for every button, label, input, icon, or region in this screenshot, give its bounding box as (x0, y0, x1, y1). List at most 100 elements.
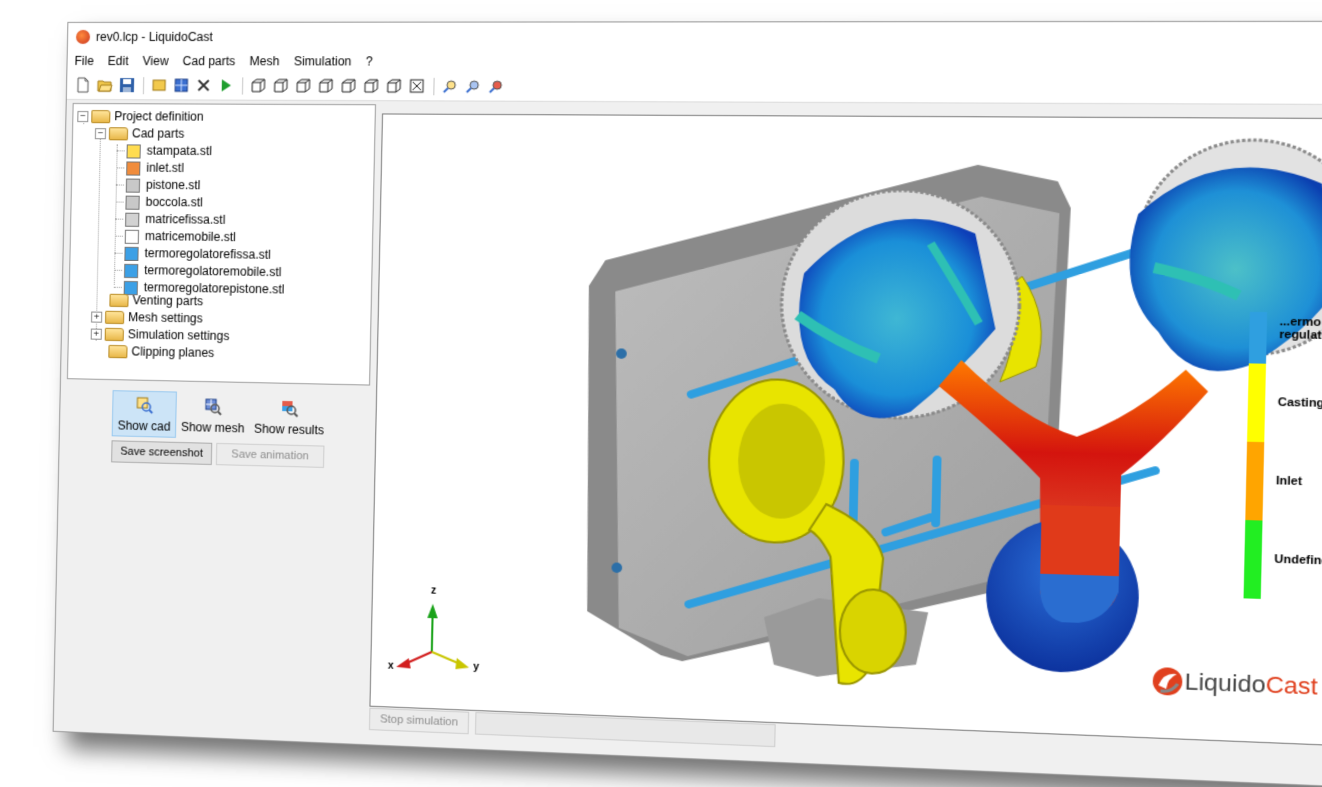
tree-node-mesh-settings[interactable]: + Mesh settings (91, 309, 203, 328)
tree-node-part[interactable]: inlet.stl (126, 159, 184, 177)
zoom-results-icon[interactable] (488, 78, 505, 94)
simulation-render (396, 114, 1322, 745)
menu-bar: File Edit View Cad parts Mesh Simulation… (67, 50, 1322, 76)
tree-label: Cad parts (131, 126, 185, 141)
app-window: rev0.lcp - LiquidoCast ✕ File Edit View … (52, 20, 1322, 787)
collapse-icon[interactable]: − (94, 128, 107, 140)
view-cube-4-icon[interactable] (318, 78, 335, 94)
new-file-icon[interactable] (75, 77, 91, 93)
view-cube-5-icon[interactable] (340, 78, 357, 94)
liquidocast-app-icon (75, 29, 91, 44)
show-mesh-label: Show mesh (180, 419, 245, 436)
expand-icon[interactable]: + (91, 311, 103, 323)
tree-node-part[interactable]: stampata.stl (126, 142, 212, 160)
tree-label: termoregolatorefissa.stl (144, 246, 272, 262)
view-cube-7-icon[interactable] (386, 78, 403, 94)
legend-casting: Casting (1277, 396, 1322, 411)
view-cube-2-icon[interactable] (273, 77, 290, 93)
box-icon[interactable] (151, 77, 167, 93)
show-cad-icon (135, 396, 153, 414)
legend-inlet: Inlet (1275, 474, 1303, 489)
logo-text: LiquidoCast (1184, 668, 1318, 701)
axes-triad (396, 603, 470, 670)
menu-simulation[interactable]: Simulation (286, 51, 358, 73)
part-color-swatch (123, 263, 139, 278)
menu-help[interactable]: ? (358, 51, 380, 73)
tree-node-part[interactable]: matricemobile.stl (124, 228, 237, 246)
folder-icon (91, 110, 111, 124)
menu-mesh[interactable]: Mesh (242, 51, 287, 73)
screenshot-stage: rev0.lcp - LiquidoCast ✕ File Edit View … (0, 0, 1322, 787)
tree-node-venting-parts[interactable]: Venting parts (109, 292, 203, 311)
folder-icon (104, 327, 124, 342)
zoom-icon[interactable] (442, 78, 459, 94)
delete-icon[interactable] (195, 77, 212, 93)
tree-node-part[interactable]: termoregolatorefissa.stl (124, 245, 271, 264)
tree-node-cad-parts[interactable]: − Cad parts (94, 125, 185, 143)
folder-icon (104, 310, 125, 325)
save-animation-button[interactable]: Save animation (215, 442, 325, 468)
menu-file[interactable]: File (67, 51, 101, 73)
view-fit-icon[interactable] (408, 78, 425, 94)
tree-label: stampata.stl (146, 143, 213, 159)
show-cad-button[interactable]: Show cad (111, 390, 177, 438)
show-cad-label: Show cad (117, 418, 171, 434)
tree-node-part[interactable]: matricefissa.stl (125, 211, 226, 229)
grid-icon[interactable] (173, 77, 189, 93)
3d-viewport[interactable]: z x y ...ermo regulator Casting Inlet Un… (369, 113, 1322, 747)
play-icon[interactable] (218, 77, 235, 93)
tree-node-project-definition[interactable]: − Project definition (77, 108, 204, 126)
tree-label: inlet.stl (146, 160, 185, 176)
folder-icon (109, 293, 129, 308)
legend-termo-regulator: ...ermo regulator (1279, 316, 1322, 343)
legend-undefined: Undefined (1274, 553, 1322, 568)
title-bar: rev0.lcp - LiquidoCast ✕ (67, 21, 1322, 53)
show-mesh-icon (204, 397, 223, 416)
expand-icon[interactable]: + (90, 328, 102, 340)
folder-icon (108, 127, 129, 141)
collapse-icon[interactable]: − (77, 111, 89, 123)
menu-cad-parts[interactable]: Cad parts (175, 51, 242, 73)
logo-text-liquido: Liquido (1184, 668, 1266, 698)
stop-simulation-button[interactable]: Stop simulation (368, 707, 470, 735)
tree-label: Simulation settings (127, 327, 230, 344)
tree-label: pistone.stl (145, 177, 201, 193)
zoom-mesh-icon[interactable] (465, 78, 482, 94)
project-tree[interactable]: − Project definition − Cad parts stampat… (66, 102, 377, 386)
tree-node-part[interactable]: pistone.stl (125, 177, 201, 195)
axis-y-label: y (473, 661, 480, 674)
part-color-swatch (126, 143, 141, 159)
part-color-swatch (125, 178, 141, 193)
tree-label: boccola.stl (145, 194, 203, 210)
legend-label-line1: ...ermo (1279, 315, 1322, 330)
tree-label: Mesh settings (128, 310, 203, 326)
show-results-button[interactable]: Show results (251, 393, 328, 441)
tree-label: matricemobile.stl (144, 228, 237, 245)
menu-view[interactable]: View (135, 51, 176, 73)
show-results-icon (282, 400, 299, 418)
tree-label: Project definition (114, 109, 204, 124)
tree-node-clipping-planes[interactable]: Clipping planes (108, 343, 214, 362)
part-color-swatch (124, 229, 140, 244)
tree-label: Clipping planes (131, 344, 215, 361)
liquidocast-logo: LiquidoCast (1150, 665, 1318, 703)
save-icon[interactable] (119, 77, 135, 93)
liquidocast-logo-icon (1152, 666, 1185, 698)
tree-node-part[interactable]: boccola.stl (125, 194, 203, 212)
toolbar (66, 72, 1322, 106)
show-results-label: Show results (253, 421, 325, 438)
part-color-swatch (125, 195, 140, 210)
part-color-swatch (125, 212, 140, 227)
show-mesh-button[interactable]: Show mesh (178, 392, 248, 440)
tree-label: matricefissa.stl (145, 211, 226, 227)
view-cube-6-icon[interactable] (363, 78, 380, 94)
view-cube-3-icon[interactable] (295, 78, 312, 94)
axis-z-label: z (430, 585, 437, 597)
save-screenshot-button[interactable]: Save screenshot (111, 440, 213, 466)
view-cube-1-icon[interactable] (250, 77, 267, 93)
menu-edit[interactable]: Edit (101, 51, 136, 73)
logo-text-cast: Cast (1265, 671, 1319, 700)
window-title: rev0.lcp - LiquidoCast (95, 29, 213, 44)
legend-label-line2: regulator (1279, 328, 1322, 343)
open-folder-icon[interactable] (97, 77, 113, 93)
